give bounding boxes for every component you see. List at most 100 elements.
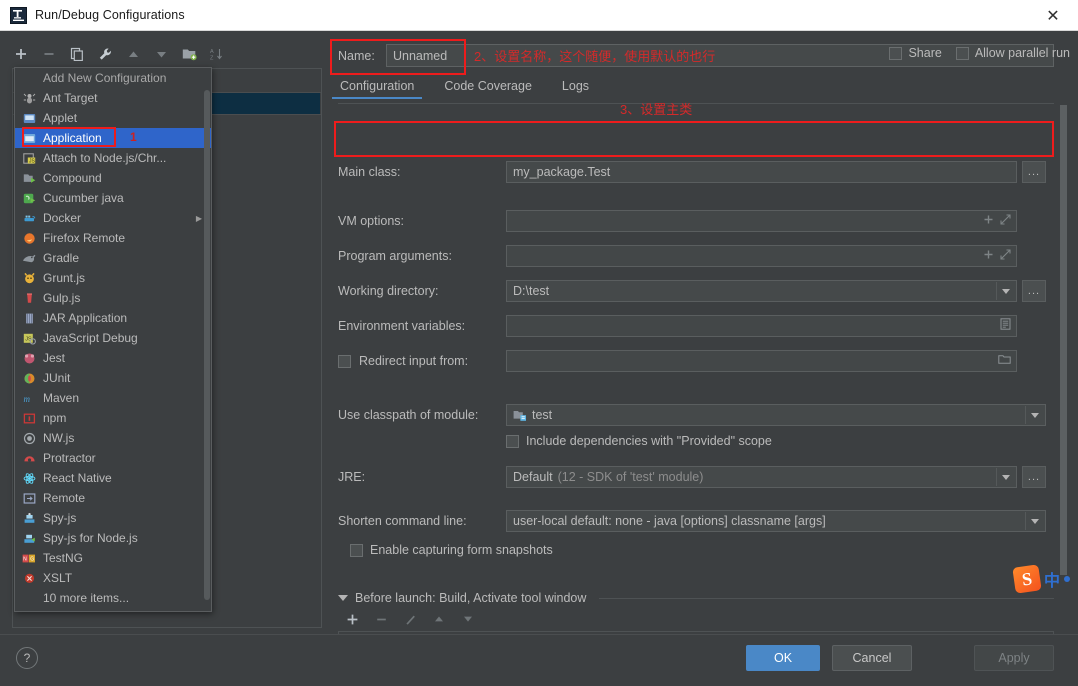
chevron-down-icon[interactable] [1025,512,1044,530]
config-type-testng[interactable]: N G TestNG [15,548,211,568]
vm-options-label: VM options: [338,214,405,228]
folder-icon[interactable] [998,351,1011,371]
form-scrollbar[interactable] [1059,105,1068,585]
cancel-button[interactable]: Cancel [832,645,912,671]
config-type-label: Ant Target [43,91,98,105]
use-classpath-of-module-select[interactable]: test [506,404,1046,426]
jre-browse-button[interactable]: ... [1022,466,1046,488]
config-type-react-native[interactable]: React Native [15,468,211,488]
add-configuration-button[interactable] [12,45,30,63]
environment-variables-input[interactable] [506,315,1017,337]
config-type-cucumber-java[interactable]: Cucumber java [15,188,211,208]
copy-configuration-button[interactable] [68,45,86,63]
config-type-spy-js-for-nodejs[interactable]: Spy-js for Node.js [15,528,211,548]
help-button[interactable]: ? [16,647,38,669]
configuration-type-list[interactable]: Ant Target Applet Application JS Attach … [15,88,211,608]
chevron-right-icon: ▶ [195,213,202,223]
main-class-label: Main class: [338,165,401,179]
config-type-npm[interactable]: npm [15,408,211,428]
main-class-input[interactable]: my_package.Test [506,161,1017,183]
pencil-icon[interactable] [402,611,418,627]
arrow-down-icon[interactable] [460,611,476,627]
use-classpath-of-module-label: Use classpath of module: [338,408,479,422]
close-icon[interactable]: ✕ [1032,0,1074,31]
config-type-ant-target[interactable]: Ant Target [15,88,211,108]
config-type-docker[interactable]: Docker ▶ [15,208,211,228]
config-type-jest[interactable]: Jest [15,348,211,368]
jre-select[interactable]: Default (12 - SDK of 'test' module) [506,466,1017,488]
arrow-down-icon[interactable] [152,45,170,63]
config-type-attach-node[interactable]: JS Attach to Node.js/Chr... [15,148,211,168]
config-type-label: JAR Application [43,311,128,325]
before-launch-title: Before launch: Build, Activate tool wind… [355,591,587,605]
expand-editor-icon[interactable] [1000,211,1011,231]
chevron-down-icon[interactable] [996,282,1015,300]
config-type-xslt[interactable]: XSLT [15,568,211,588]
main-class-row: Main class: my_package.Test ... [338,161,1046,183]
config-type-applet[interactable]: Applet [15,108,211,128]
remove-configuration-button[interactable] [40,45,58,63]
remove-before-launch-task-button[interactable] [373,611,389,627]
chevron-down-icon[interactable] [996,468,1015,486]
vm-options-input[interactable] [506,210,1017,232]
folder-add-icon[interactable] [180,45,198,63]
config-type-javascript-debug[interactable]: JS JavaScript Debug [15,328,211,348]
arrow-up-icon[interactable] [431,611,447,627]
svg-text:N: N [23,556,27,562]
ok-button[interactable]: OK [746,645,820,671]
config-type-nwjs[interactable]: NW.js [15,428,211,448]
config-type-protractor[interactable]: Protractor [15,448,211,468]
before-launch-header[interactable]: Before launch: Build, Activate tool wind… [338,591,1054,605]
allow-parallel-run-checkbox[interactable]: Allow parallel run [955,46,1070,60]
working-directory-browse-button[interactable]: ... [1022,280,1046,302]
config-type-application[interactable]: Application [15,128,211,148]
chevron-down-icon[interactable] [1025,406,1044,424]
insert-macro-icon[interactable] [983,246,994,266]
redirect-input-checkbox[interactable] [338,354,351,368]
ime-mode-label[interactable]: 中 [1044,567,1060,591]
redirect-input-input[interactable] [506,350,1017,372]
sogou-logo-icon[interactable]: S [1012,564,1042,594]
config-type-more-items[interactable]: 10 more items... [15,588,211,608]
config-type-grunt-js[interactable]: Grunt.js [15,268,211,288]
config-type-gradle[interactable]: Gradle [15,248,211,268]
config-type-label: JavaScript Debug [43,331,138,345]
add-before-launch-task-button[interactable] [344,611,360,627]
tab-code-coverage[interactable]: Code Coverage [442,77,534,99]
sogou-ime-indicator[interactable]: S 中 [1012,564,1078,594]
config-type-jar-application[interactable]: JAR Application [15,308,211,328]
config-type-spy-js[interactable]: Spy-js [15,508,211,528]
sort-icon[interactable]: A Z [208,45,226,63]
environment-variables-row: Environment variables: [338,315,1046,337]
edit-variables-icon[interactable] [1000,316,1011,336]
config-type-gulp-js[interactable]: Gulp.js [15,288,211,308]
annotation-text-step2: 2、设置名称，这个随便，使用默认的也行 [474,49,716,64]
config-type-remote[interactable]: Remote [15,488,211,508]
config-type-label: Cucumber java [43,191,124,205]
expand-editor-icon[interactable] [1000,246,1011,266]
popup-scrollbar[interactable] [204,90,210,610]
arrow-up-icon[interactable] [124,45,142,63]
config-type-compound[interactable]: Compound [15,168,211,188]
config-type-firefox-remote[interactable]: Firefox Remote [15,228,211,248]
insert-macro-icon[interactable] [983,211,994,231]
chevron-down-icon[interactable] [338,595,348,601]
config-type-junit[interactable]: JUnit [15,368,211,388]
cucumber-icon [21,190,37,206]
tab-configuration[interactable]: Configuration [331,77,423,99]
intellij-idea-icon [10,6,27,24]
share-checkbox[interactable]: Share [889,46,942,60]
shorten-command-line-select[interactable]: user-local default: none - java [options… [506,510,1046,532]
program-arguments-input[interactable] [506,245,1017,267]
apply-button[interactable]: Apply [974,645,1054,671]
add-new-configuration-popup[interactable]: Add New Configuration Ant Target Applet … [14,67,212,612]
redirect-input-label-wrap[interactable]: Redirect input from: [338,354,506,368]
tab-logs[interactable]: Logs [560,77,591,99]
enable-form-snapshots-checkbox[interactable]: Enable capturing form snapshots [350,543,553,557]
jre-value-detail: (12 - SDK of 'test' module) [557,470,704,484]
include-provided-scope-checkbox[interactable]: Include dependencies with "Provided" sco… [506,434,772,448]
main-class-browse-button[interactable]: ... [1022,161,1046,183]
working-directory-input[interactable]: D:\test [506,280,1017,302]
config-type-maven[interactable]: m Maven [15,388,211,408]
wrench-icon[interactable] [96,45,114,63]
